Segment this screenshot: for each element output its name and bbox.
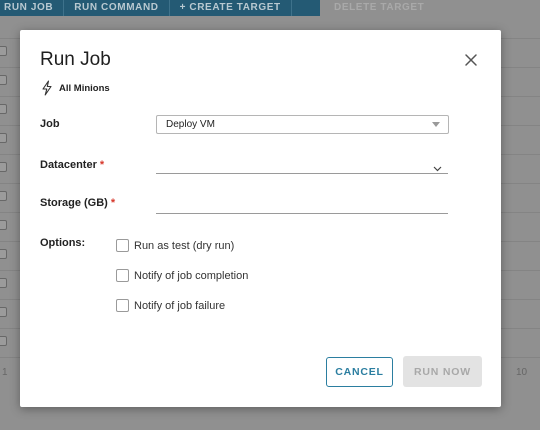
- caret-down-icon: [432, 122, 440, 127]
- job-select-value: Deploy VM: [166, 119, 215, 130]
- close-icon[interactable]: [463, 52, 479, 68]
- required-marker: *: [99, 159, 105, 171]
- notify-failure-checkbox[interactable]: [116, 299, 129, 312]
- dialog-title: Run Job: [40, 49, 111, 70]
- notify-failure-label: Notify of job failure: [134, 299, 226, 312]
- storage-label: Storage (GB) *: [40, 197, 115, 209]
- target-indicator: All Minions: [40, 80, 110, 96]
- options-label: Options:: [40, 237, 86, 249]
- cancel-button[interactable]: CANCEL: [326, 357, 393, 387]
- run-job-dialog: Run Job All Minions Job Deploy VM Datace…: [20, 30, 501, 407]
- option-dry-run[interactable]: Run as test (dry run): [116, 239, 234, 252]
- job-select[interactable]: Deploy VM: [156, 115, 449, 134]
- target-label: All Minions: [59, 82, 110, 94]
- storage-input[interactable]: [156, 196, 448, 214]
- notify-completion-label: Notify of job completion: [134, 269, 249, 282]
- lightning-bolt-icon: [40, 80, 54, 96]
- chevron-down-icon: [433, 159, 442, 172]
- datacenter-select[interactable]: [156, 157, 448, 174]
- datacenter-label: Datacenter *: [40, 159, 104, 171]
- option-notify-completion[interactable]: Notify of job completion: [116, 269, 248, 282]
- option-notify-failure[interactable]: Notify of job failure: [116, 299, 225, 312]
- storage-label-text: Storage (GB): [40, 197, 108, 209]
- notify-completion-checkbox[interactable]: [116, 269, 129, 282]
- run-now-button[interactable]: RUN NOW: [403, 356, 482, 387]
- job-label: Job: [40, 118, 60, 130]
- datacenter-label-text: Datacenter: [40, 159, 97, 171]
- required-marker: *: [110, 197, 116, 209]
- dry-run-checkbox[interactable]: [116, 239, 129, 252]
- dry-run-label: Run as test (dry run): [134, 239, 235, 252]
